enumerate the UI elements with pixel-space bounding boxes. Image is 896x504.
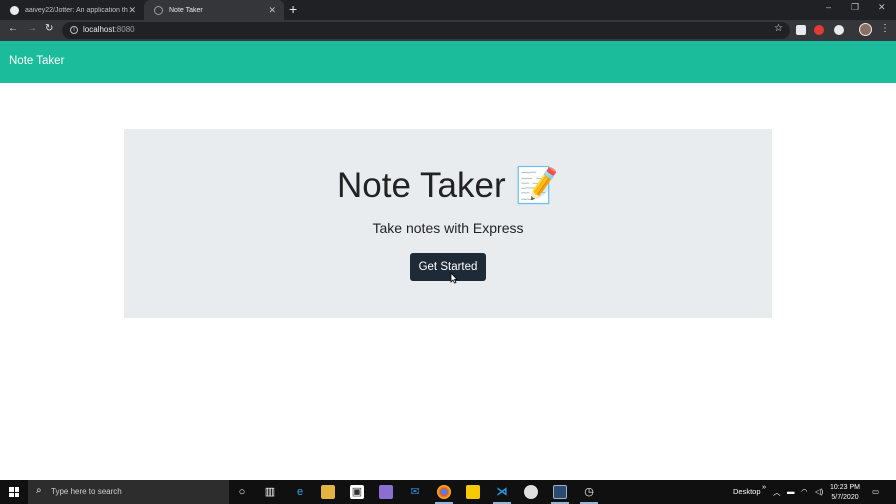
menu-dots-icon[interactable]: ⋮ — [880, 23, 890, 34]
mail-icon[interactable]: ✉ — [408, 485, 422, 499]
profile-avatar[interactable] — [859, 23, 872, 36]
browser-toolbar: ← → ↻ i localhost:8080 ☆ ⋮ — [0, 20, 896, 41]
search-placeholder: Type here to search — [51, 487, 122, 496]
taskbar-clock[interactable]: 10:23 PM 5/7/2020 — [830, 483, 860, 503]
tab-title: aaivey22/Jotter: An application th — [25, 6, 128, 14]
clock-date: 5/7/2020 — [831, 494, 859, 501]
windows-start-icon[interactable] — [9, 487, 19, 497]
windows-taskbar: ⌕ Type here to search ○ ▥ e ▣ ✉ ⋊ ◷ Desk… — [0, 480, 896, 504]
volume-icon[interactable]: ◁) — [815, 487, 823, 496]
task-view-icon[interactable]: ▥ — [263, 485, 277, 499]
page-title: Note Taker 📝 — [337, 166, 559, 205]
new-tab-icon[interactable]: + — [289, 1, 297, 17]
edge-icon[interactable]: e — [293, 485, 307, 499]
reload-icon[interactable]: ↻ — [45, 23, 53, 34]
close-tab-icon[interactable]: ✕ — [128, 5, 136, 16]
taskbar-search[interactable]: ⌕ Type here to search — [28, 480, 229, 504]
notification-icon[interactable]: ▭ — [872, 487, 879, 496]
jumbotron: Note Taker 📝 Take notes with Express Get… — [124, 129, 772, 318]
sticky-notes-icon[interactable] — [466, 485, 480, 499]
vscode-icon[interactable]: ⋊ — [495, 485, 509, 499]
address-bar[interactable]: i localhost:8080 ☆ — [62, 22, 790, 39]
get-started-button[interactable]: Get Started — [410, 253, 486, 281]
paint-icon[interactable] — [379, 485, 393, 499]
mouse-cursor-icon — [450, 272, 458, 284]
search-icon: ⌕ — [36, 485, 42, 496]
window-close-icon[interactable]: ✕ — [878, 2, 886, 13]
clock-time: 10:23 PM — [830, 484, 860, 491]
restore-icon[interactable]: ❐ — [851, 2, 859, 13]
extension-icon[interactable] — [796, 25, 806, 35]
chevron-icon[interactable]: » — [762, 482, 766, 491]
store-icon[interactable]: ▣ — [350, 485, 364, 499]
minimize-icon[interactable]: – — [826, 2, 831, 12]
globe-icon — [154, 5, 163, 15]
info-icon[interactable]: i — [70, 26, 78, 34]
app-window-icon[interactable] — [553, 485, 567, 499]
tab-note-taker[interactable]: Note Taker ✕ — [144, 0, 284, 20]
close-tab-icon[interactable]: ✕ — [268, 5, 276, 16]
back-icon[interactable]: ← — [8, 23, 18, 34]
clock-app-icon[interactable]: ◷ — [582, 485, 596, 499]
battery-icon[interactable]: ▬ — [787, 487, 795, 496]
tab-jotter[interactable]: aaivey22/Jotter: An application th ✕ — [0, 0, 144, 20]
chrome-icon[interactable] — [437, 485, 451, 499]
extension-icon[interactable] — [834, 25, 844, 35]
show-hidden-icons-icon[interactable]: ︿ — [773, 487, 781, 498]
github-icon — [10, 5, 19, 15]
browser-tab-strip: aaivey22/Jotter: An application th ✕ Not… — [0, 0, 896, 20]
navbar-brand[interactable]: Note Taker — [9, 55, 64, 67]
wifi-icon[interactable]: ◠ — [801, 487, 808, 496]
url-text: localhost:8080 — [83, 25, 135, 34]
desktop-toolbar-label[interactable]: Desktop — [733, 487, 761, 496]
file-explorer-icon[interactable] — [321, 485, 335, 499]
page-navbar: Note Taker — [0, 41, 896, 83]
cortana-icon[interactable]: ○ — [235, 485, 249, 499]
extension-icon[interactable] — [814, 25, 824, 35]
bookmark-star-icon[interactable]: ☆ — [774, 23, 783, 34]
lead-text: Take notes with Express — [372, 220, 524, 236]
forward-icon[interactable]: → — [27, 23, 37, 34]
slack-icon[interactable] — [524, 485, 538, 499]
tab-title: Note Taker — [169, 6, 203, 14]
